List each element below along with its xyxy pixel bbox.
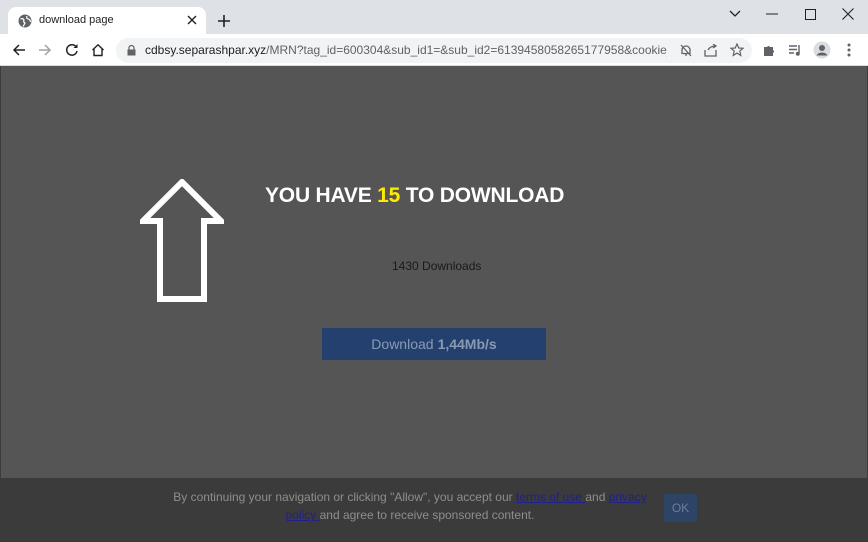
consent-banner: By continuing your navigation or clickin… <box>0 478 868 542</box>
downloads-count: 1430 Downloads <box>392 259 482 273</box>
maximize-icon[interactable] <box>796 4 824 24</box>
headline-number: 15 <box>377 184 401 207</box>
page-content-overlay: YOU HAVE 15 TO DOWNLOAD 1430 Downloads D… <box>0 66 868 542</box>
consent-ok-button[interactable]: OK <box>664 494 697 522</box>
reload-icon[interactable] <box>61 39 83 61</box>
download-button-speed: 1,44Mb/s <box>437 336 497 352</box>
media-queue-icon[interactable] <box>784 39 806 61</box>
url-path: /MRN?tag_id=600304&sub_id1=&sub_id2=6139… <box>266 43 667 57</box>
bookmark-star-icon[interactable] <box>726 39 748 61</box>
url-host: cdbsy.separashpar.xyz <box>145 43 267 57</box>
share-icon[interactable] <box>700 39 722 61</box>
window-close-icon[interactable] <box>834 4 862 24</box>
new-tab-plus-icon[interactable] <box>214 11 234 31</box>
download-headline: YOU HAVE 15 TO DOWNLOAD <box>265 184 564 208</box>
address-bar[interactable]: cdbsy.separashpar.xyz/MRN?tag_id=600304&… <box>116 38 752 63</box>
tab-search-chevron-icon[interactable] <box>721 4 749 24</box>
forward-arrow-icon[interactable] <box>34 39 56 61</box>
consent-text-part2: and <box>585 490 609 504</box>
close-icon[interactable] <box>184 12 200 28</box>
browser-tab[interactable]: download page <box>8 7 206 34</box>
headline-suffix: TO DOWNLOAD <box>400 184 565 207</box>
menu-kebab-icon[interactable] <box>838 39 860 61</box>
overlay-left-edge <box>0 66 1 542</box>
terms-of-use-link[interactable]: terms of use <box>516 490 585 504</box>
url-text: cdbsy.separashpar.xyz/MRN?tag_id=600304&… <box>145 43 667 57</box>
back-arrow-icon[interactable] <box>8 39 30 61</box>
notifications-blocked-icon[interactable] <box>675 39 697 61</box>
consent-text-part3: and agree to receive sponsored content. <box>319 508 535 522</box>
extensions-puzzle-icon[interactable] <box>758 39 780 61</box>
browser-toolbar: cdbsy.separashpar.xyz/MRN?tag_id=600304&… <box>0 34 868 66</box>
download-button[interactable]: Download 1,44Mb/s <box>322 328 546 360</box>
globe-icon <box>18 14 32 28</box>
consent-text-part1: By continuing your navigation or clickin… <box>173 490 516 504</box>
tab-title: download page <box>39 14 114 26</box>
download-button-label: Download <box>371 336 434 352</box>
profile-avatar-icon[interactable] <box>811 39 833 61</box>
headline-prefix: YOU HAVE <box>265 184 378 207</box>
consent-text: By continuing your navigation or clickin… <box>170 488 650 524</box>
home-icon[interactable] <box>87 39 109 61</box>
lock-icon <box>127 45 136 56</box>
minimize-icon[interactable] <box>758 4 786 24</box>
up-arrow-icon <box>140 179 224 302</box>
browser-tab-strip: download page <box>0 0 868 34</box>
